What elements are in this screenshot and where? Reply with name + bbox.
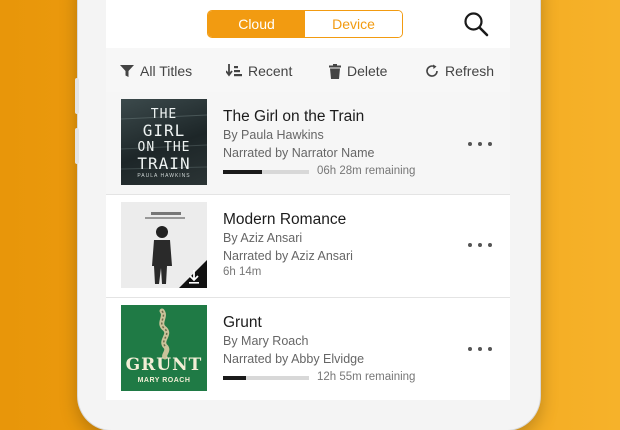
trash-icon: [329, 63, 341, 79]
top-bar: Cloud Device: [106, 0, 510, 49]
search-button[interactable]: [462, 10, 490, 38]
cover-title-line: ON THE: [137, 140, 191, 155]
library-source-toggle: Cloud Device: [207, 10, 403, 38]
sort-label: Recent: [248, 63, 293, 79]
book-cover-girl-on-the-train: THE GIRL ON THE TRAIN PAULA HAWKINS: [121, 99, 207, 185]
cover-art: [145, 212, 207, 288]
cover-author: PAULA HAWKINS: [137, 173, 191, 179]
more-icon: [468, 142, 472, 146]
title-row[interactable]: Modern Romance By Aziz Ansari Narrated b…: [106, 195, 510, 298]
delete-button[interactable]: Delete: [329, 62, 387, 80]
title-row[interactable]: THE GIRL ON THE TRAIN PAULA HAWKINS The …: [106, 92, 510, 195]
progress-fill: [223, 376, 247, 380]
delete-label: Delete: [347, 63, 388, 79]
book-title: Grunt: [223, 314, 262, 331]
device-tab[interactable]: Device: [305, 11, 402, 37]
book-author: By Mary Roach: [223, 334, 309, 348]
cover-author: MARY ROACH: [137, 377, 191, 384]
book-narrator: Narrated by Abby Elvidge: [223, 352, 365, 366]
cover-title-line: TRAIN: [137, 154, 191, 173]
book-title: Modern Romance: [223, 211, 347, 228]
sort-button[interactable]: Recent: [226, 62, 292, 80]
refresh-label: Refresh: [445, 63, 495, 79]
cover-title-line: GIRL: [142, 121, 186, 140]
book-narrator: Narrated by Aziz Ansari: [223, 249, 353, 263]
more-icon: [468, 243, 472, 247]
cloud-tab[interactable]: Cloud: [208, 11, 305, 37]
phone-side-button: [75, 78, 79, 114]
book-author: By Paula Hawkins: [223, 128, 324, 142]
book-title: The Girl on the Train: [223, 108, 365, 125]
cover-title-line: THE: [150, 107, 178, 122]
more-icon: [468, 347, 472, 351]
time-remaining: 06h 28m remaining: [317, 165, 416, 177]
title-row[interactable]: GRUNT MARY ROACH Grunt By Mary Roach Nar…: [106, 298, 510, 400]
time-remaining: 12h 55m remaining: [317, 371, 416, 383]
more-options-button[interactable]: [468, 140, 492, 148]
app-screen: Cloud Device All Titles Recent Delete Re…: [106, 0, 510, 400]
book-author: By Aziz Ansari: [223, 231, 303, 245]
filter-button[interactable]: All Titles: [120, 62, 192, 80]
filter-icon: [120, 65, 134, 77]
listening-progress-bar: [223, 376, 309, 380]
book-duration: 6h 14m: [223, 266, 262, 278]
sort-icon: [226, 64, 242, 77]
more-options-button[interactable]: [468, 345, 492, 353]
progress-fill: [223, 170, 262, 174]
library-toolbar: All Titles Recent Delete Refresh: [106, 48, 510, 93]
book-narrator: Narrated by Narrator Name: [223, 146, 375, 160]
phone-side-button: [75, 128, 79, 164]
search-icon: [464, 12, 489, 37]
book-cover-modern-romance: [121, 202, 207, 288]
more-options-button[interactable]: [468, 241, 492, 249]
book-cover-grunt: GRUNT MARY ROACH: [121, 305, 207, 391]
refresh-icon: [426, 64, 438, 77]
filter-label: All Titles: [140, 63, 193, 79]
cover-title: GRUNT: [125, 355, 203, 375]
refresh-button[interactable]: Refresh: [425, 62, 494, 80]
listening-progress-bar: [223, 170, 309, 174]
